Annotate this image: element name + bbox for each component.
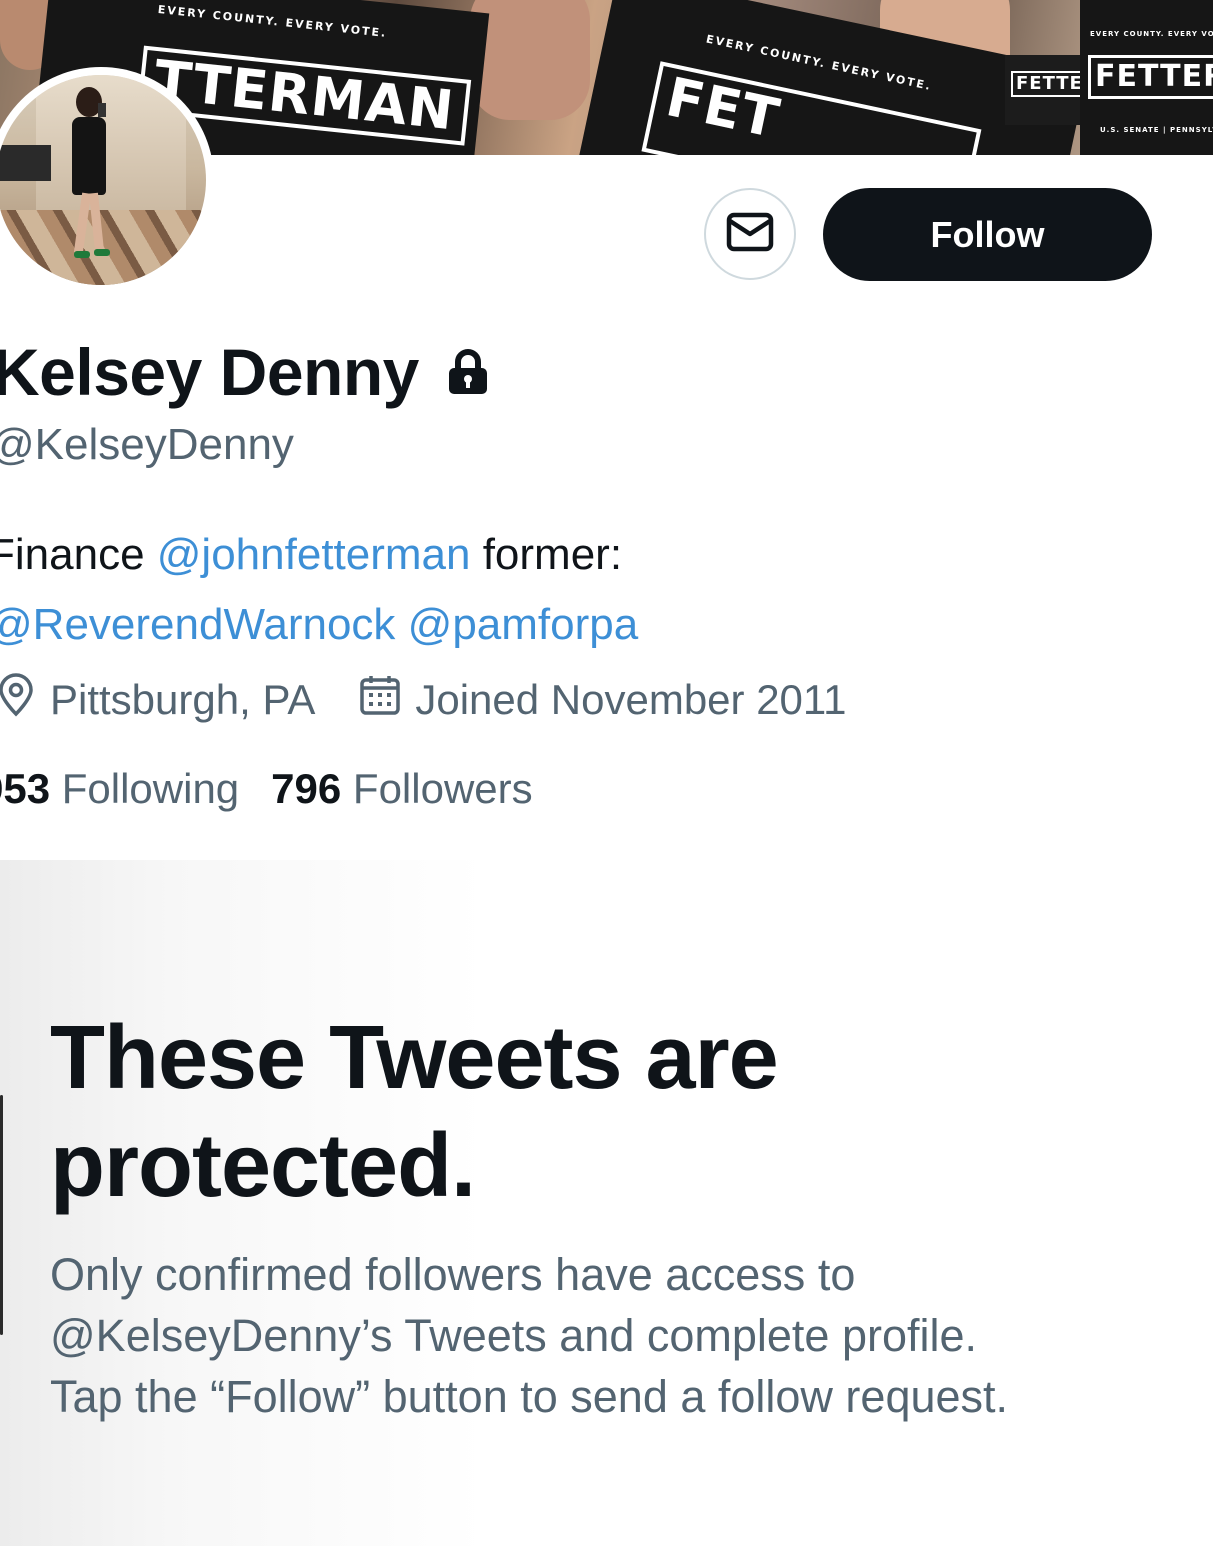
sign-tagline: EVERY COUNTY. EVERY VOTE. — [157, 2, 388, 40]
banner-sign-small: FETTE — [1005, 55, 1085, 125]
location: Pittsburgh, PA — [0, 673, 315, 727]
location-pin-icon — [0, 673, 50, 727]
following-count: 953 — [0, 765, 51, 812]
mention-link-pamforpa[interactable]: @pamforpa — [408, 600, 639, 649]
calendar-icon — [359, 674, 415, 726]
lock-icon — [447, 348, 489, 400]
following-label: Following — [61, 765, 240, 812]
join-date: Joined November 2011 — [359, 674, 847, 726]
follow-button[interactable]: Follow — [823, 188, 1152, 281]
profile-bio: Finance @johnfetterman former: @Reverend… — [0, 520, 638, 660]
followers-count: 796 — [271, 765, 342, 812]
envelope-icon — [726, 212, 774, 257]
bio-text: former: — [470, 530, 623, 579]
following-link[interactable]: 953 Following — [0, 765, 239, 813]
mention-link-reverendwarnock[interactable]: @ReverendWarnock — [0, 600, 395, 649]
profile-name-row: Kelsey Denny — [0, 332, 489, 412]
location-text: Pittsburgh, PA — [50, 676, 316, 723]
avatar-photo — [0, 75, 206, 285]
protected-description: Only confirmed followers have access to … — [50, 1249, 1009, 1422]
edge-divider — [0, 1095, 3, 1335]
mention-link-johnfetterman[interactable]: @johnfetterman — [157, 530, 471, 579]
sign-subtitle: U.S. SENATE | PENNSYLVANIA — [1100, 126, 1213, 134]
followers-link[interactable]: 796 Followers — [271, 765, 532, 813]
followers-label: Followers — [352, 765, 533, 812]
profile-meta: Pittsburgh, PA Joined November 2011 — [0, 672, 891, 728]
banner-sign-right: EVERY COUNTY. EVERY VOTE. FETTERMAN U.S.… — [1080, 0, 1213, 155]
message-button[interactable] — [704, 188, 796, 280]
sign-name: FET — [641, 61, 982, 155]
bio-line-2: @ReverendWarnock @pamforpa — [0, 590, 638, 660]
sign-name: FETTERMAN — [1088, 55, 1213, 99]
follow-counts: 953 Following 796 Followers — [0, 765, 565, 813]
sign-name: FETTE — [1011, 71, 1085, 97]
profile-handle: @KelseyDenny — [0, 420, 294, 469]
join-date-text: Joined November 2011 — [415, 676, 847, 723]
display-name: Kelsey Denny — [0, 335, 419, 409]
protected-title: These Tweets are protected. — [50, 1008, 779, 1216]
avatar[interactable] — [0, 67, 214, 293]
sign-tagline: EVERY COUNTY. EVERY VOTE. — [1090, 30, 1213, 38]
bio-line-1: Finance @johnfetterman former: — [0, 520, 638, 590]
bio-text: Finance — [0, 530, 157, 579]
